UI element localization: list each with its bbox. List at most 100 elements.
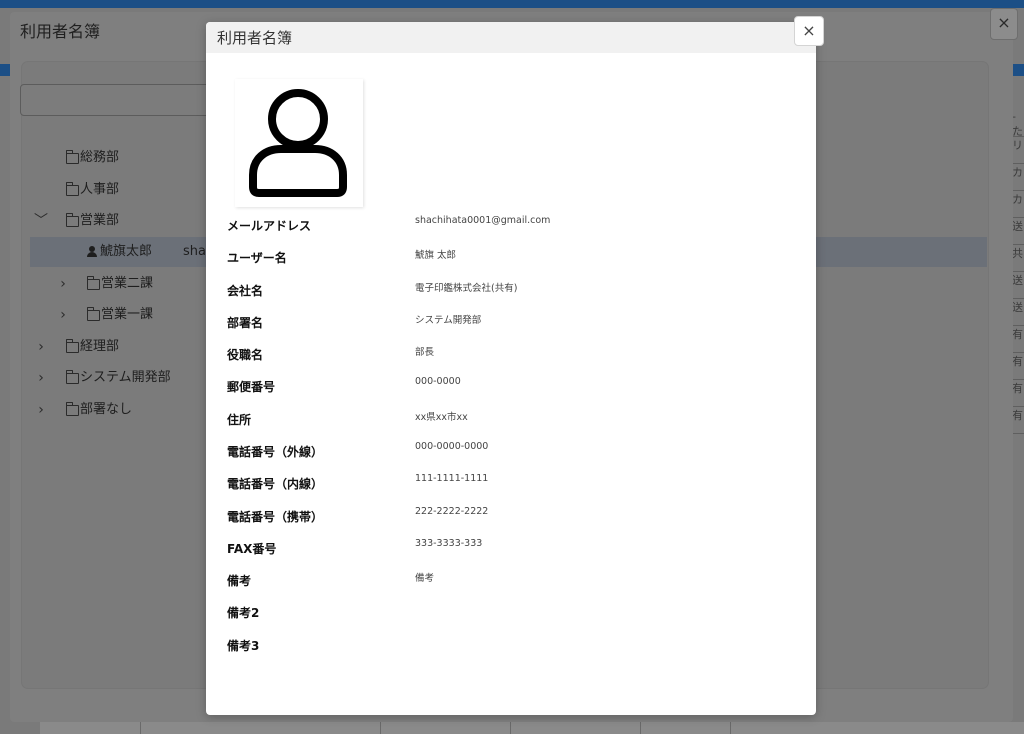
- background-cell: 共: [1012, 245, 1024, 272]
- background-cell: [40, 722, 141, 734]
- folder-icon: [87, 276, 100, 290]
- folder-icon: [66, 213, 79, 227]
- tree-item-label: 経理部: [80, 339, 120, 354]
- folder-icon: [66, 339, 79, 353]
- folder-icon: [66, 182, 79, 196]
- background-cell: -た: [1012, 110, 1024, 137]
- chevron-right-icon[interactable]: ›: [34, 363, 48, 393]
- folder-icon: [66, 402, 79, 416]
- modal-title: 利用者名簿: [217, 29, 293, 47]
- chevron-down-icon[interactable]: ﹀: [34, 206, 48, 236]
- field-label: メールアドレス: [227, 219, 312, 233]
- field-value: 鯱旗 太郎: [415, 250, 457, 261]
- chevron-right-icon[interactable]: ›: [34, 332, 48, 362]
- tree-item-label: システム開発部: [80, 370, 171, 385]
- field-label: 備考: [227, 574, 252, 588]
- background-cell: [380, 722, 511, 734]
- background-cell: カ: [1012, 191, 1024, 218]
- field-label: 電話番号（内線）: [227, 477, 324, 491]
- folder-icon: [87, 307, 100, 321]
- field-value: 111-1111-1111: [415, 473, 489, 484]
- field-row-phone-internal: 電話番号（内線） 111-1111-1111: [227, 468, 787, 500]
- background-cell: リ: [1012, 137, 1024, 164]
- modal-header: 利用者名簿: [206, 22, 816, 53]
- field-value: 333-3333-333: [415, 538, 483, 549]
- background-cell: 送: [1012, 272, 1024, 299]
- field-label: 会社名: [227, 284, 264, 298]
- field-label: FAX番号: [227, 542, 277, 556]
- field-value: 備考: [415, 573, 435, 584]
- background-cell: [140, 722, 381, 734]
- field-row-department: 部署名 システム開発部: [227, 307, 787, 339]
- field-row-address: 住所 xx県xx市xx: [227, 404, 787, 436]
- tree-search-input[interactable]: [20, 84, 212, 116]
- chevron-right-icon[interactable]: ›: [34, 395, 48, 425]
- app-top-bar: [0, 0, 1024, 8]
- field-label: 役職名: [227, 348, 264, 362]
- field-value: 000-0000-0000: [415, 441, 489, 452]
- background-cell: 有: [1012, 407, 1024, 434]
- user-outline-icon: [249, 89, 347, 197]
- background-cell: 送: [1012, 299, 1024, 326]
- field-row-remarks3: 備考3: [227, 630, 787, 662]
- chevron-right-icon[interactable]: ›: [56, 269, 70, 299]
- tree-item-system-dev[interactable]: › システム開発部: [20, 363, 190, 393]
- field-label: 電話番号（外線）: [227, 445, 324, 459]
- field-value: 電子印鑑株式会社(共有): [415, 283, 518, 294]
- background-cell: カ: [1012, 164, 1024, 191]
- chevron-right-icon[interactable]: ›: [56, 300, 70, 330]
- field-row-postal-code: 郵便番号 000-0000: [227, 371, 787, 403]
- field-value: 部長: [415, 347, 435, 358]
- background-bottom-strip: [40, 722, 1024, 734]
- tree-item-eigyo2[interactable]: › 営業二課: [20, 269, 190, 299]
- tree-item-jinji[interactable]: 人事部: [20, 175, 190, 205]
- tree-item-label: 部署なし: [80, 402, 133, 417]
- tree-item-eigyo[interactable]: ﹀ 営業部: [20, 206, 190, 236]
- background-cell: [640, 722, 731, 734]
- tree-item-soumu[interactable]: 総務部: [20, 143, 190, 173]
- directory-dialog-title: 利用者名簿: [20, 22, 101, 41]
- background-cell: 有: [1012, 326, 1024, 353]
- field-row-remarks: 備考 備考: [227, 565, 787, 597]
- field-label: 部署名: [227, 316, 264, 330]
- field-row-username: ユーザー名 鯱旗 太郎: [227, 242, 787, 274]
- field-value: xx県xx市xx: [415, 412, 468, 423]
- background-cell: 有: [1012, 353, 1024, 380]
- tree-item-eigyo1[interactable]: › 営業一課: [20, 300, 190, 330]
- field-label: 郵便番号: [227, 380, 276, 394]
- background-cell: 有: [1012, 380, 1024, 407]
- directory-dialog-close-button[interactable]: ×: [990, 8, 1018, 40]
- user-detail-modal: 利用者名簿 × メールアドレス shachihata0001@gmail.com…: [206, 16, 824, 715]
- field-row-phone-external: 電話番号（外線） 000-0000-0000: [227, 436, 787, 468]
- modal-close-button[interactable]: ×: [794, 16, 824, 46]
- tree-item-label: 営業部: [80, 213, 120, 228]
- field-value: システム開発部: [415, 315, 482, 326]
- field-label: 備考2: [227, 606, 260, 620]
- folder-icon: [66, 370, 79, 384]
- field-value: shachihata0001@gmail.com: [415, 215, 551, 226]
- tree-item-label: 総務部: [80, 150, 120, 165]
- field-label: 住所: [227, 413, 252, 427]
- folder-icon: [66, 150, 79, 164]
- tree-item-keiri[interactable]: › 経理部: [20, 332, 190, 362]
- tree-item-label: 営業二課: [101, 276, 154, 291]
- avatar: [235, 79, 363, 207]
- tree-item-label: 人事部: [80, 182, 120, 197]
- field-row-fax: FAX番号 333-3333-333: [227, 533, 787, 565]
- field-label: ユーザー名: [227, 251, 287, 265]
- background-cell: [510, 722, 641, 734]
- field-value: 000-0000: [415, 376, 461, 387]
- background-cell: 送: [1012, 218, 1024, 245]
- background-table-column: -た リ カ カ 送 共 送 送 有 有 有 有: [1012, 110, 1024, 434]
- field-label: 電話番号（携帯）: [227, 510, 324, 524]
- field-row-position: 役職名 部長: [227, 339, 787, 371]
- tree-item-no-department[interactable]: › 部署なし: [20, 395, 190, 425]
- field-value: 222-2222-2222: [415, 506, 489, 517]
- tree-item-label: 営業一課: [101, 307, 154, 322]
- tree-item-label: 鯱旗太郎: [100, 244, 153, 259]
- field-label: 備考3: [227, 639, 260, 653]
- field-row-phone-mobile: 電話番号（携帯） 222-2222-2222: [227, 501, 787, 533]
- field-row-email: メールアドレス shachihata0001@gmail.com: [227, 210, 787, 242]
- field-row-company: 会社名 電子印鑑株式会社(共有): [227, 275, 787, 307]
- field-row-remarks2: 備考2: [227, 597, 787, 629]
